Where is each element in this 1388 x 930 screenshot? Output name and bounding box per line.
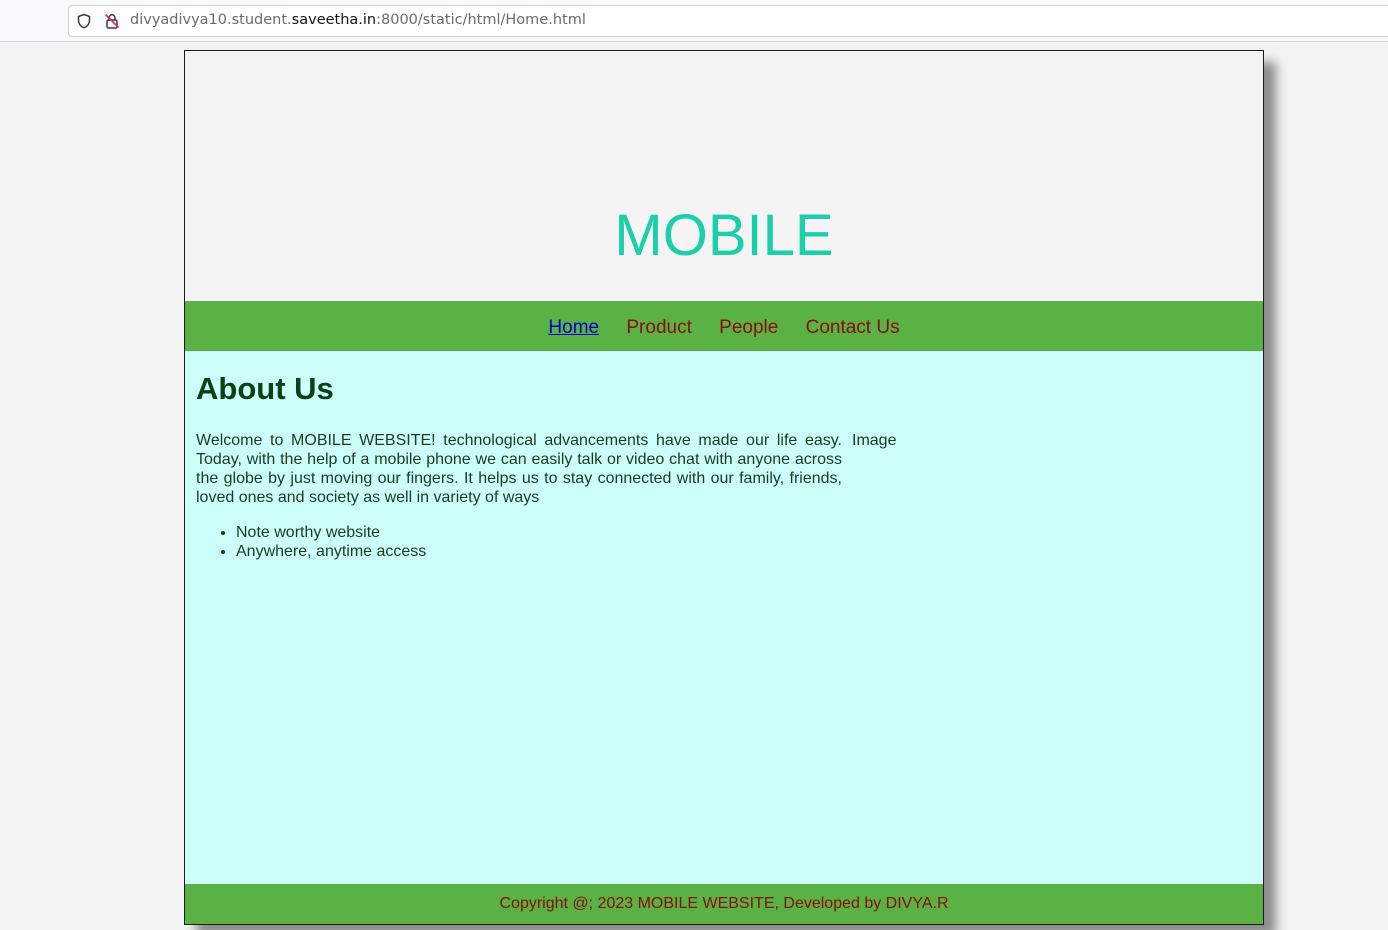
nav-link-home[interactable]: Home <box>548 301 599 355</box>
site-title: MOBILE <box>614 203 834 268</box>
nav-link-people[interactable]: People <box>719 301 778 355</box>
shield-icon[interactable] <box>76 13 92 29</box>
address-field[interactable]: divyadivya10.student.saveetha.in:8000/st… <box>68 5 1388 37</box>
list-item: Anywhere, anytime access <box>236 542 426 561</box>
page-container: MOBILE Home Product People Contact Us Ab… <box>184 50 1264 925</box>
list-item: Note worthy website <box>236 523 426 542</box>
nav-link-contact-us[interactable]: Contact Us <box>806 301 900 355</box>
nav-link-product[interactable]: Product <box>626 301 691 355</box>
about-paragraph: Welcome to MOBILE WEBSITE! technological… <box>196 432 842 506</box>
url-domain: saveetha.in <box>291 12 377 28</box>
url-prefix: divyadivya10.student. <box>130 12 292 28</box>
url-suffix: :8000/static/html/Home.html <box>376 12 586 28</box>
broken-image-alt-text: Image <box>852 432 897 449</box>
nav-bar: Home Product People Contact Us <box>185 301 1263 351</box>
site-header: MOBILE <box>185 51 1263 301</box>
about-heading: About Us <box>196 371 334 406</box>
site-footer: Copyright @; 2023 MOBILE WEBSITE, Develo… <box>185 884 1263 924</box>
url-text[interactable]: divyadivya10.student.saveetha.in:8000/st… <box>130 12 586 28</box>
browser-url-bar: divyadivya10.student.saveetha.in:8000/st… <box>0 0 1388 42</box>
main-content: About Us Welcome to MOBILE WEBSITE! tech… <box>185 351 1263 884</box>
feature-list: Note worthy website Anywhere, anytime ac… <box>196 523 426 561</box>
insecure-lock-icon[interactable] <box>104 13 120 29</box>
